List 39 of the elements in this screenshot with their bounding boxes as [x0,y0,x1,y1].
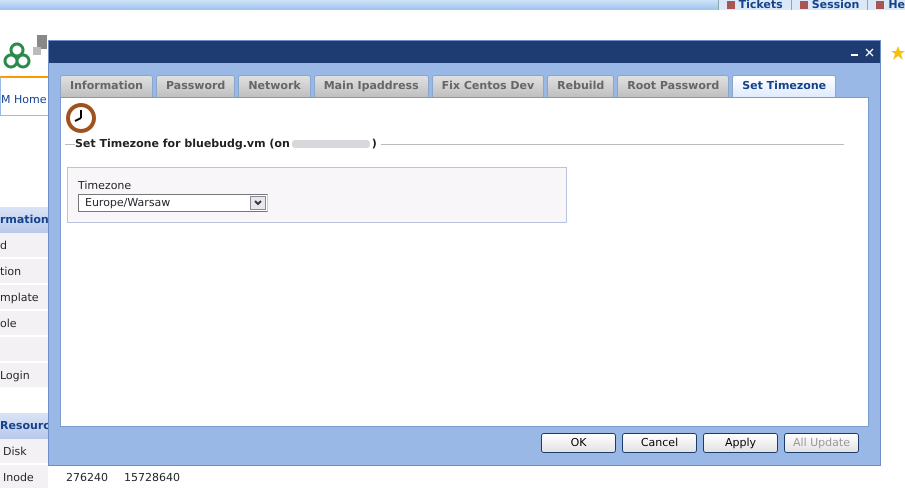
dialog-button[interactable]: Cancel [622,433,697,453]
dialog-tab[interactable]: Root Password [617,75,730,97]
row-label: Login [0,369,30,382]
server-icon [33,35,49,57]
heading-parenthesis: ) [372,136,377,152]
dialog-tab[interactable]: Password [156,75,236,97]
row-label: d [0,239,7,252]
row-label: ole [0,317,17,330]
table-cell-text: 276240 [66,470,109,486]
top-tab[interactable]: Tickets [718,0,791,10]
dialog-tab[interactable]: Main Ipaddress [314,75,429,97]
top-tab[interactable]: Session [790,0,868,10]
star-icon [891,46,905,60]
row-label: mplate [0,291,39,304]
logo-icon [2,41,32,71]
dialog-tab[interactable]: Rebuild [547,75,614,97]
field-label: Timezone [78,178,132,194]
section-header: rmation [0,207,48,233]
clock-icon [65,102,97,134]
home-tab[interactable]: M Home [0,76,50,116]
row-label: tion [0,265,22,278]
section-header: Resourc [0,413,48,439]
row-label: Disk [2,444,28,460]
row-label: Inode [2,470,35,486]
top-tab[interactable]: He [867,0,905,10]
table-cell-text: 15728640 [124,470,181,486]
dialog-tab[interactable]: Fix Centos Dev [432,75,544,97]
tab-icon [726,1,735,9]
section-heading: Set Timezone for bluebudg.vm (on [75,136,290,152]
tab-icon [876,1,884,9]
dialog-button[interactable]: Apply [703,433,778,453]
tab-icon [800,1,808,9]
dialog-tab[interactable]: Network [238,75,311,97]
dialog-tab[interactable]: Set Timezone [732,75,836,97]
caret-icon [254,200,262,206]
timezone-select[interactable]: Europe/Warsaw [78,194,268,212]
close-icon[interactable] [865,48,874,56]
dialog-button[interactable]: OK [541,433,616,453]
dialog-tab[interactable]: Information [60,75,153,97]
